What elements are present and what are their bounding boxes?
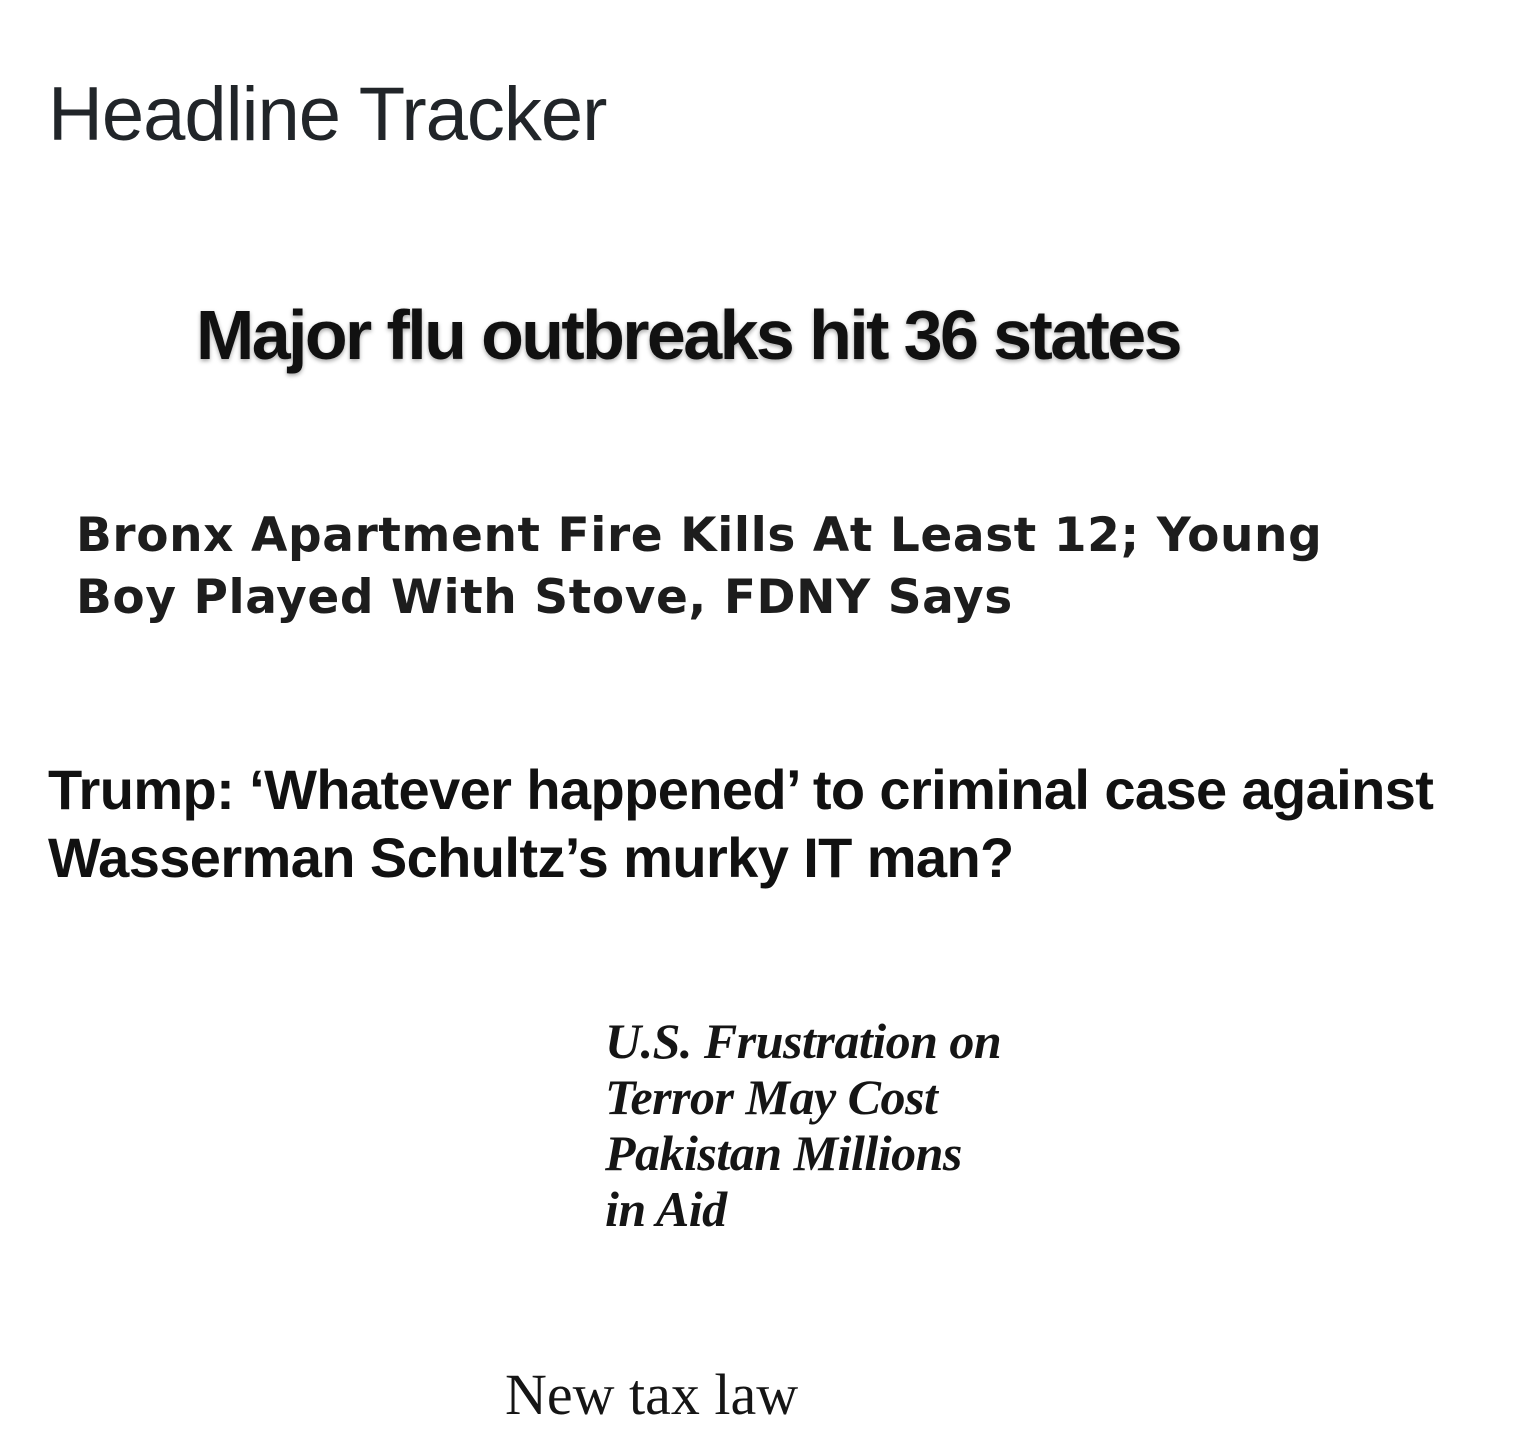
headline-image-bronx-fire: Bronx Apartment Fire Kills At Least 12; … [76, 508, 1323, 625]
headline-list: Major flu outbreaks hit 36 states Bronx … [0, 0, 1526, 1427]
headline-image-pakistan-aid: U.S. Frustration on Terror May Cost Paki… [605, 1013, 1002, 1237]
headline-image-trump-case: Trump: ‘Whatever happened’ to criminal c… [48, 758, 1434, 889]
headline-image-flu-outbreaks: Major flu outbreaks hit 36 states [196, 296, 1183, 374]
headline-image-tax-law: New tax law [505, 1362, 799, 1427]
